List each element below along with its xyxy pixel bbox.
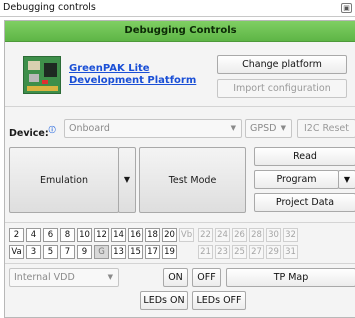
leds-off-button[interactable]: LEDs OFF [192, 291, 246, 310]
pin-button[interactable]: Vb [179, 228, 194, 242]
off-button[interactable]: OFF [192, 268, 221, 287]
chevron-down-icon: ▼ [107, 273, 113, 281]
pin-button[interactable]: 14 [111, 228, 126, 242]
i2c-reset-button[interactable]: I2C Reset [297, 119, 355, 138]
pin-button[interactable]: 7 [60, 245, 75, 259]
emulation-button[interactable]: Emulation [9, 147, 119, 213]
window-titlebar: Debugging controls ▣ [0, 0, 355, 17]
pin-button[interactable]: 16 [128, 228, 143, 242]
mode-select[interactable]: GPSD ▼ [245, 119, 292, 138]
on-button[interactable]: ON [163, 268, 188, 287]
chevron-down-icon: ▼ [280, 124, 286, 132]
pin-button[interactable]: 31 [283, 245, 298, 259]
panel-header-title: Debugging Controls [124, 25, 237, 36]
read-button[interactable]: Read [254, 147, 355, 166]
pin-button[interactable]: Va [9, 245, 24, 259]
pin-button[interactable]: 13 [111, 245, 126, 259]
emulation-dropdown[interactable]: ▼ [118, 147, 136, 213]
read-label: Read [293, 151, 317, 162]
device-select[interactable]: Onboard ▼ [64, 119, 242, 138]
divider [5, 263, 355, 264]
device-select-value: Onboard [69, 123, 110, 134]
pin-button[interactable]: 23 [215, 245, 230, 259]
divider [5, 106, 355, 107]
pin-button[interactable]: 9 [77, 245, 92, 259]
pin-button[interactable]: 32 [283, 228, 298, 242]
pin-button[interactable]: 18 [145, 228, 160, 242]
debugging-panel: Debugging Controls GreenPAK Lite Develop… [4, 20, 355, 318]
panel-header: Debugging Controls [5, 21, 355, 42]
import-configuration-label: Import configuration [233, 83, 331, 94]
on-label: ON [168, 272, 183, 283]
import-configuration-button[interactable]: Import configuration [217, 79, 347, 98]
pin-button[interactable]: 19 [162, 245, 177, 259]
pin-button[interactable]: 25 [232, 245, 247, 259]
off-label: OFF [197, 272, 216, 283]
window-title: Debugging controls [3, 2, 96, 13]
pin-button[interactable]: 4 [26, 228, 41, 242]
pin-button[interactable]: 15 [128, 245, 143, 259]
pin-button[interactable]: 8 [60, 228, 75, 242]
pin-button[interactable]: 21 [198, 245, 213, 259]
pin-button[interactable]: 5 [43, 245, 58, 259]
info-icon: ⓘ [48, 126, 56, 134]
power-select[interactable]: Internal VDD ▼ [9, 268, 119, 287]
leds-on-label: LEDs ON [143, 295, 185, 306]
dev-board-icon [23, 56, 61, 94]
leds-on-button[interactable]: LEDs ON [140, 291, 188, 310]
leds-off-label: LEDs OFF [196, 295, 242, 306]
test-mode-label: Test Mode [168, 175, 217, 186]
chevron-down-icon: ▼ [123, 175, 131, 184]
power-select-value: Internal VDD [14, 272, 75, 283]
pin-button[interactable]: 17 [145, 245, 160, 259]
test-mode-button[interactable]: Test Mode [139, 147, 246, 213]
pin-button[interactable]: 6 [43, 228, 58, 242]
pin-button[interactable]: 20 [162, 228, 177, 242]
program-label: Program [276, 174, 317, 185]
platform-link[interactable]: GreenPAK Lite Development Platform [69, 63, 219, 87]
project-data-button[interactable]: Project Data [254, 193, 355, 212]
pin-button[interactable]: 26 [232, 228, 247, 242]
pin-button[interactable]: 27 [249, 245, 264, 259]
pin-button[interactable]: 2 [9, 228, 24, 242]
program-dropdown[interactable]: ▼ [338, 170, 355, 189]
i2c-reset-label: I2C Reset [303, 123, 350, 134]
window-restore-icon[interactable]: ▣ [341, 3, 352, 13]
pin-button[interactable]: 29 [266, 245, 281, 259]
pin-button[interactable]: 30 [266, 228, 281, 242]
divider [5, 222, 355, 223]
tp-map-button[interactable]: TP Map [226, 268, 355, 287]
pin-button[interactable]: 24 [215, 228, 230, 242]
tp-map-label: TP Map [273, 272, 309, 283]
chevron-down-icon: ▼ [230, 124, 236, 132]
pin-button[interactable]: 12 [94, 228, 109, 242]
device-label: Device:ⓘ [9, 126, 56, 140]
change-platform-button[interactable]: Change platform [217, 55, 347, 74]
pin-button[interactable]: 22 [198, 228, 213, 242]
pin-button[interactable]: G [94, 245, 109, 259]
pin-button[interactable]: 3 [26, 245, 41, 259]
mode-select-value: GPSD [250, 123, 277, 134]
program-button[interactable]: Program [254, 170, 339, 189]
chevron-down-icon: ▼ [343, 175, 351, 184]
project-data-label: Project Data [275, 197, 335, 208]
pin-button[interactable]: 28 [249, 228, 264, 242]
pin-button[interactable]: 10 [77, 228, 92, 242]
pin-spacer [179, 245, 194, 259]
change-platform-label: Change platform [242, 59, 322, 70]
emulation-label: Emulation [40, 175, 88, 186]
